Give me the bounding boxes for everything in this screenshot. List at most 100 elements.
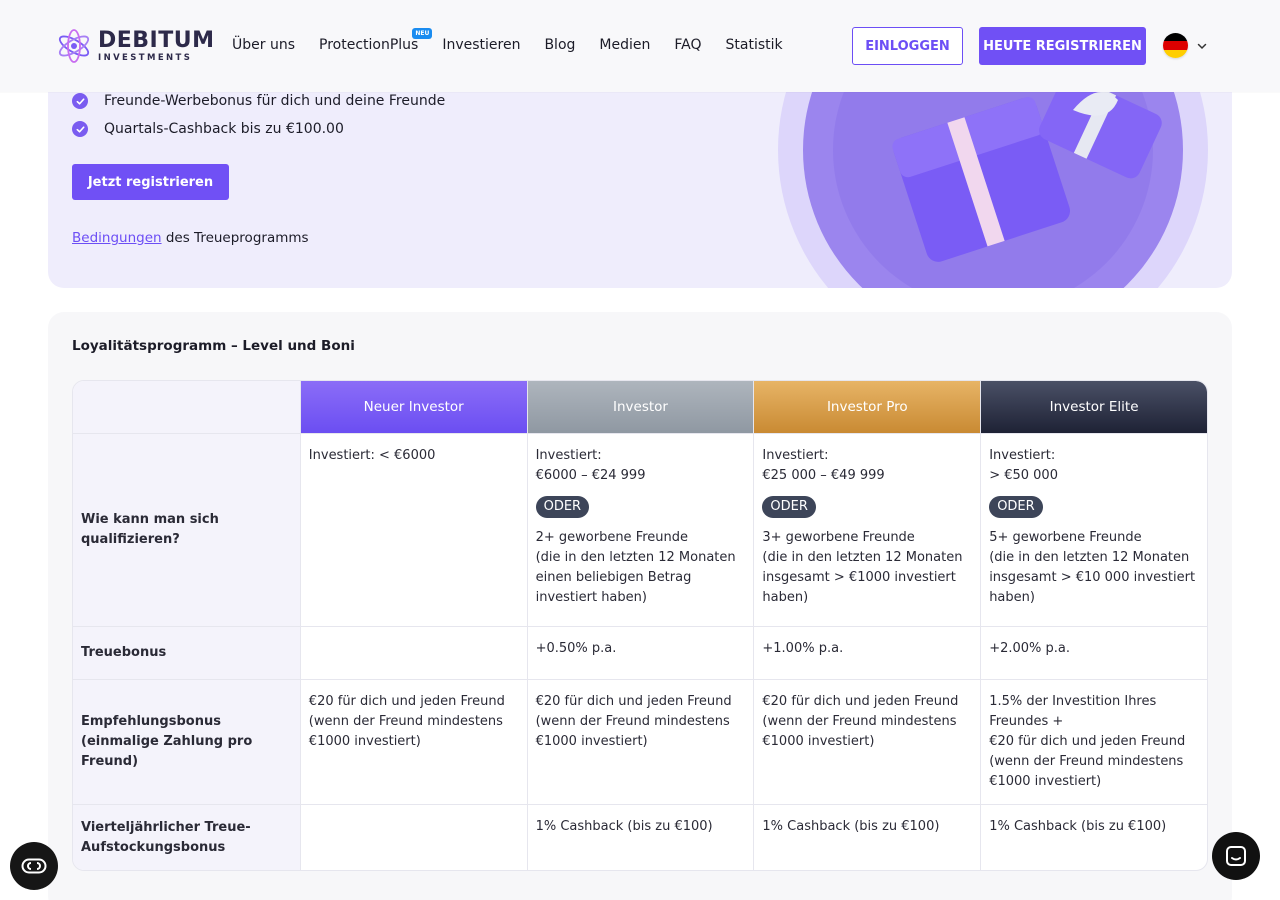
- cell-line: €1000 investiert): [762, 734, 875, 749]
- cell-line: €1000 investiert): [535, 734, 648, 749]
- cell-line: €20 für dich und jeden Freund: [535, 694, 732, 709]
- cell-line: 1.5% der Investition Ihres: [989, 694, 1157, 709]
- oder-badge: ODER: [535, 496, 590, 518]
- accessibility-button[interactable]: [10, 842, 58, 890]
- table-cell: €20 für dich und jeden Freund (wenn der …: [753, 680, 980, 804]
- row-label: Wie kann man sich qualifizieren?: [73, 434, 300, 626]
- table-cell: 1% Cashback (bis zu €100): [526, 805, 754, 870]
- row-label: Treuebonus: [73, 627, 300, 679]
- cell-line: €6000 – €24 999: [535, 468, 646, 483]
- cell-line: €20 für dich und jeden Freund: [989, 734, 1186, 749]
- table-cell: Investiert: €6000 – €24 999 ODER 2+ gewo…: [526, 434, 754, 626]
- chat-icon: [1226, 846, 1246, 866]
- cell-line: (die in den letzten 12 Monaten: [535, 550, 736, 565]
- table-cell: +1.00% p.a.: [753, 627, 980, 679]
- nav-item-ueber-uns[interactable]: Über uns: [232, 37, 295, 53]
- table-corner: [73, 381, 300, 433]
- nav-item-medien[interactable]: Medien: [599, 37, 650, 53]
- cell-line: €1000 investiert): [989, 774, 1102, 789]
- login-button[interactable]: EINLOGGEN: [852, 27, 963, 65]
- cell-line: €20 für dich und jeden Freund: [308, 694, 505, 709]
- cell-line: Freundes +: [989, 714, 1064, 729]
- table-cell: Investiert: €25 000 – €49 999 ODER 3+ ge…: [753, 434, 980, 626]
- nav-item-blog[interactable]: Blog: [544, 37, 575, 53]
- cell-line: €20 für dich und jeden Freund: [762, 694, 959, 709]
- promo-bullet-text: Quartals-Cashback bis zu €100.00: [104, 121, 344, 137]
- cell-line: (wenn der Freund mindestens: [762, 714, 957, 729]
- cell-line: > €50 000: [989, 468, 1058, 483]
- loyalty-table: Neuer Investor Investor Investor Pro Inv…: [72, 380, 1208, 871]
- table-cell: €20 für dich und jeden Freund (wenn der …: [526, 680, 754, 804]
- main-nav: Über uns ProtectionPlus NEU Investieren B…: [232, 28, 807, 53]
- accessibility-icon: [21, 858, 47, 874]
- table-cell: [299, 627, 527, 679]
- cell-line: insgesamt > €10 000 investiert: [989, 570, 1196, 585]
- terms-link[interactable]: Bedingungen: [72, 230, 162, 246]
- cell-line: €25 000 – €49 999: [762, 468, 885, 483]
- oder-badge: ODER: [989, 496, 1043, 518]
- cell-line: haben): [762, 590, 809, 605]
- table-cell: Investiert: > €50 000 ODER 5+ geworbene …: [980, 434, 1207, 626]
- new-badge: NEU: [412, 28, 433, 39]
- cell-line: 3+ geworbene Freunde: [762, 530, 915, 545]
- atom-logo-icon: [58, 29, 90, 63]
- level-header-investor-elite: Investor Elite: [980, 381, 1207, 433]
- table-row: Treuebonus +0.50% p.a. +1.00% p.a. +2.00…: [73, 626, 1207, 679]
- cell-line: 5+ geworbene Freunde: [989, 530, 1142, 545]
- cell-line: haben): [989, 590, 1035, 605]
- terms-text: Bedingungen des Treueprogramms: [72, 230, 309, 246]
- table-header-row: Neuer Investor Investor Investor Pro Inv…: [73, 381, 1207, 433]
- level-header-new-investor: Neuer Investor: [299, 381, 527, 433]
- chevron-down-icon: [1197, 43, 1207, 49]
- promo-bullet: Quartals-Cashback bis zu €100.00: [72, 121, 344, 137]
- promo-bullet-text: Freunde-Werbebonus für dich und deine Fr…: [104, 93, 446, 109]
- brand-sub: INVESTMENTS: [98, 52, 193, 63]
- table-cell: 1% Cashback (bis zu €100): [753, 805, 980, 870]
- cell-line: 2+ geworbene Freunde: [535, 530, 689, 545]
- row-label: Empfehlungsbonus (einmalige Zahlung pro …: [73, 680, 300, 804]
- nav-item-faq[interactable]: FAQ: [674, 37, 701, 53]
- register-now-button[interactable]: Jetzt registrieren: [72, 164, 229, 200]
- site-header: DEBITUM INVESTMENTS Über uns ProtectionP…: [0, 0, 1280, 92]
- check-icon: [72, 121, 88, 137]
- table-cell: Investiert: < €6000: [299, 434, 527, 626]
- cell-line: Investiert:: [535, 448, 602, 463]
- row-label: Vierteljährlicher Treue-Aufstockungsbonu…: [73, 805, 300, 870]
- cell-line: (die in den letzten 12 Monaten: [989, 550, 1190, 565]
- table-title: Loyalitätsprogramm – Level und Boni: [72, 338, 355, 354]
- promo-bullet: Freunde-Werbebonus für dich und deine Fr…: [72, 93, 445, 109]
- table-cell: 1.5% der Investition Ihres Freundes + €2…: [980, 680, 1207, 804]
- cell-line: (wenn der Freund mindestens: [989, 754, 1184, 769]
- table-row: Wie kann man sich qualifizieren? Investi…: [73, 433, 1207, 626]
- table-cell: 1% Cashback (bis zu €100): [980, 805, 1207, 870]
- level-header-investor-pro: Investor Pro: [753, 381, 981, 433]
- table-row: Vierteljährlicher Treue-Aufstockungsbonu…: [73, 804, 1207, 870]
- table-row: Empfehlungsbonus (einmalige Zahlung pro …: [73, 679, 1207, 804]
- check-icon: [72, 93, 88, 109]
- brand-name: DEBITUM: [98, 27, 215, 53]
- cell-line: (wenn der Freund mindestens: [308, 714, 503, 729]
- loyalty-table-card: Loyalitätsprogramm – Level und Boni Neue…: [48, 312, 1232, 900]
- oder-badge: ODER: [762, 496, 816, 518]
- nav-item-statistik[interactable]: Statistik: [726, 37, 783, 53]
- cell-line: einen beliebigen Betrag: [535, 570, 692, 585]
- cell-line: investiert haben): [535, 590, 647, 605]
- cell-line: €1000 investiert): [308, 734, 421, 749]
- language-selector[interactable]: [1163, 33, 1208, 58]
- terms-rest: des Treueprogramms: [161, 230, 309, 246]
- cell-line: (wenn der Freund mindestens: [535, 714, 730, 729]
- table-cell: +2.00% p.a.: [980, 627, 1207, 679]
- brand-logo[interactable]: DEBITUM INVESTMENTS: [56, 28, 215, 64]
- level-header-investor: Investor: [526, 381, 754, 433]
- table-cell: €20 für dich und jeden Freund (wenn der …: [299, 680, 527, 804]
- chat-button[interactable]: [1212, 832, 1260, 880]
- cell-line: Investiert:: [762, 448, 829, 463]
- register-button[interactable]: HEUTE REGISTRIEREN: [979, 27, 1146, 65]
- nav-item-label: ProtectionPlus: [319, 37, 419, 53]
- cell-line: insgesamt > €1000 investiert: [762, 570, 956, 585]
- table-cell: [299, 805, 527, 870]
- nav-item-protectionplus[interactable]: ProtectionPlus NEU: [319, 28, 433, 53]
- cell-line: Investiert:: [989, 448, 1056, 463]
- nav-item-investieren[interactable]: Investieren: [442, 37, 520, 53]
- cell-line: (die in den letzten 12 Monaten: [762, 550, 963, 565]
